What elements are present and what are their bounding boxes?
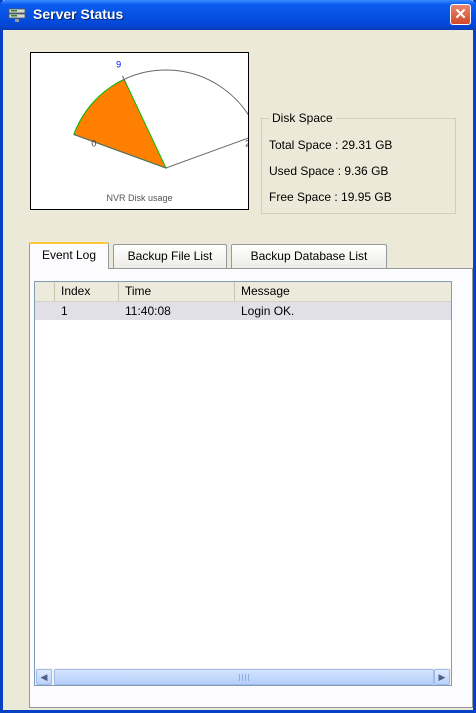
close-button[interactable]: ✕ <box>450 4 471 25</box>
tab-backup-file-list[interactable]: Backup File List <box>113 244 227 269</box>
table-row[interactable]: 1 11:40:08 Login OK. <box>35 302 451 320</box>
scroll-left-button[interactable]: ◀ <box>36 669 52 685</box>
free-space-text: Free Space : 19.95 GB <box>269 190 392 204</box>
gauge-chart: 9 0 29 <box>73 60 248 169</box>
tab-backup-database-list[interactable]: Backup Database List <box>231 244 387 269</box>
column-header-time[interactable]: Time <box>119 282 235 301</box>
column-header-message[interactable]: Message <box>235 282 451 301</box>
disk-space-group: Disk Space Total Space : 29.31 GB Used S… <box>261 111 456 214</box>
gauge-used-sector <box>73 78 167 169</box>
disk-usage-gauge: 9 0 29 NVR Disk usage <box>30 52 249 210</box>
column-header-index[interactable]: Index <box>55 282 119 301</box>
server-icon <box>8 8 26 22</box>
disk-space-legend: Disk Space <box>269 111 336 125</box>
tab-event-log[interactable]: Event Log <box>29 242 109 269</box>
cell-index: 1 <box>61 304 68 318</box>
grip-icon <box>239 674 251 681</box>
title-bar[interactable]: Server Status ✕ <box>0 0 476 30</box>
close-icon: ✕ <box>454 6 467 23</box>
gauge-max-label: 29 <box>245 138 248 148</box>
horizontal-scrollbar[interactable]: ◀ ▶ <box>34 668 452 686</box>
gauge-value-label: 9 <box>116 60 121 70</box>
used-space-text: Used Space : 9.36 GB <box>269 164 389 178</box>
scroll-right-button[interactable]: ▶ <box>434 669 450 685</box>
cell-time: 11:40:08 <box>125 304 171 318</box>
chevron-left-icon: ◀ <box>40 672 48 682</box>
cell-message: Login OK. <box>241 304 295 318</box>
gauge-title: NVR Disk usage <box>106 193 173 203</box>
scrollbar-thumb[interactable] <box>54 669 434 685</box>
gauge-min-label: 0 <box>91 138 96 148</box>
total-space-text: Total Space : 29.31 GB <box>269 138 393 152</box>
event-log-list[interactable]: Index Time Message 1 11:40:08 Login OK. <box>34 281 452 686</box>
window-title: Server Status <box>33 6 124 22</box>
chevron-right-icon: ▶ <box>438 672 446 682</box>
column-header-blank[interactable] <box>35 282 55 301</box>
list-header: Index Time Message <box>35 282 451 302</box>
